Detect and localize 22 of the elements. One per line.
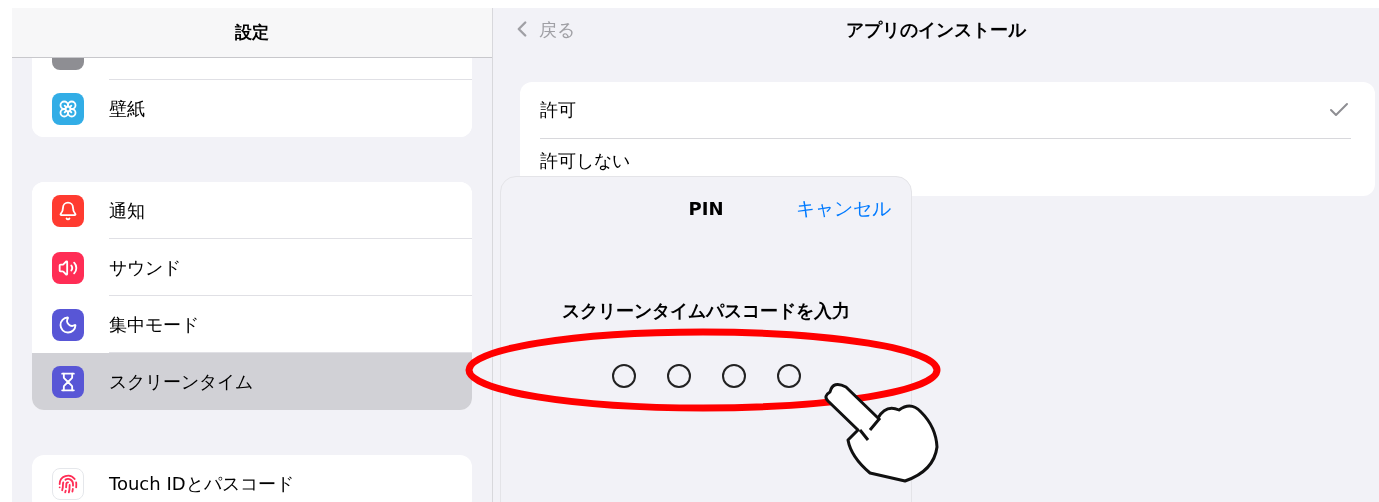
row-label: 通知 — [109, 198, 145, 223]
option-label: 許可 — [540, 98, 576, 122]
page-title: アプリのインストール — [845, 17, 1028, 42]
row-label: 壁紙 — [109, 97, 145, 121]
bell-icon — [52, 194, 84, 227]
sidebar-title: 設定 — [235, 20, 269, 44]
pointing-hand-icon — [824, 382, 939, 483]
settings-row[interactable]: スクリーンタイム — [32, 353, 472, 410]
row-label: Touch IDとパスコード — [109, 472, 294, 496]
option-label: 許可しない — [540, 149, 630, 173]
moon-icon — [52, 308, 84, 341]
passcode-prompt: スクリーンタイムパスコードを入力 — [562, 299, 850, 323]
flower-icon — [52, 92, 84, 125]
row-label: スクリーンタイム — [109, 370, 253, 394]
speaker-icon — [52, 251, 84, 284]
row-label: 集中モード — [109, 312, 199, 337]
sheet-title: PIN — [688, 196, 724, 221]
fingerprint-icon — [52, 467, 84, 500]
hourglass-icon — [52, 365, 84, 398]
cancel-button[interactable]: キャンセル — [796, 193, 891, 223]
option-row[interactable]: 許可 — [520, 82, 1375, 139]
row-label: サウンド — [109, 255, 181, 280]
